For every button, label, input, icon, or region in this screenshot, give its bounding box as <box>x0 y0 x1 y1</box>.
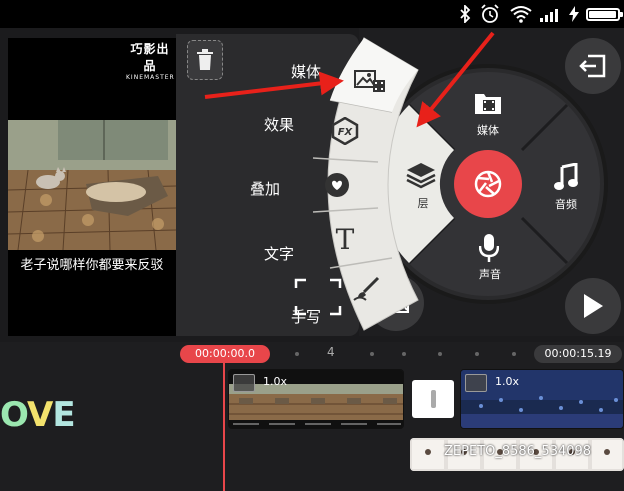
bluetooth-icon <box>458 4 472 24</box>
video-frame <box>8 120 176 251</box>
exit-icon <box>579 54 606 78</box>
logo-bottom-text: KINEMASTER <box>126 74 175 81</box>
sticker-icon[interactable] <box>322 170 352 200</box>
video-preview[interactable]: 巧影出品 KINEMASTER 老子说哪样你都要来反驳 <box>8 38 176 336</box>
side-menu-label-text[interactable]: 文字 <box>264 243 294 264</box>
logo-top-text: 巧影出品 <box>130 42 170 73</box>
wheel-label-layer[interactable]: 层 <box>393 195 453 211</box>
playhead[interactable] <box>223 362 225 491</box>
film-folder-icon[interactable] <box>474 90 502 116</box>
video-clip-2[interactable]: 1.0x <box>460 369 624 429</box>
ruler-tick <box>438 352 442 356</box>
play-icon <box>584 294 603 318</box>
side-menu-label-handwriting[interactable]: 手写 <box>291 306 321 327</box>
ruler-tick <box>475 352 479 356</box>
alarm-icon <box>480 4 500 24</box>
clip-2-speed: 1.0x <box>495 375 520 388</box>
clip-1-speed: 1.0x <box>263 375 288 388</box>
charging-icon <box>568 4 580 24</box>
fx-icon[interactable]: FX <box>330 116 360 146</box>
wheel-label-voice[interactable]: 声音 <box>460 266 520 282</box>
kinemaster-watermark: 巧影出品 KINEMASTER <box>126 40 174 81</box>
brush-icon[interactable] <box>350 274 384 304</box>
microphone-icon[interactable] <box>478 232 500 264</box>
delete-button[interactable] <box>187 40 223 80</box>
ruler-tick <box>295 352 299 356</box>
love-overlay-text[interactable]: OVE <box>0 395 76 435</box>
signal-icon <box>540 4 562 24</box>
battery-icon <box>586 8 623 21</box>
side-menu-label-media[interactable]: 媒体 <box>291 61 321 82</box>
ruler-tick <box>512 352 516 356</box>
play-button[interactable] <box>565 278 621 334</box>
video-clip-1[interactable]: 1.0x <box>228 369 404 429</box>
landscape-icon <box>383 295 409 313</box>
text-icon[interactable]: T <box>330 224 360 254</box>
video-clip-icon <box>465 374 487 392</box>
ruler-tick <box>370 352 374 356</box>
side-menu-label-effects[interactable]: 效果 <box>264 114 294 135</box>
trash-icon <box>197 49 213 70</box>
subtitle-caption: 老子说哪样你都要来反驳 <box>20 258 164 273</box>
layer-name-text: ZEPETO_8586_534098 <box>444 444 592 459</box>
transition-button[interactable] <box>412 380 454 418</box>
music-note-icon[interactable] <box>553 162 579 192</box>
status-bar <box>0 0 624 28</box>
current-time-badge: 00:00:00.0 <box>180 345 270 363</box>
ruler-tick <box>402 352 406 356</box>
exit-button[interactable] <box>565 38 621 94</box>
svg-text:FX: FX <box>338 127 354 138</box>
svg-text:T: T <box>336 226 355 252</box>
video-clip-icon <box>233 374 255 392</box>
wheel-label-audio[interactable]: 音频 <box>536 196 596 212</box>
ruler-mark: 4 <box>327 345 335 359</box>
layers-icon[interactable] <box>404 160 438 190</box>
camera-shutter-icon[interactable] <box>474 170 502 198</box>
wifi-icon <box>510 4 532 24</box>
image-icon[interactable] <box>352 66 388 96</box>
wheel-label-media[interactable]: 媒体 <box>458 122 518 138</box>
side-menu-label-overlay[interactable]: 叠加 <box>250 178 280 199</box>
total-time-badge: 00:00:15.19 <box>534 345 622 363</box>
